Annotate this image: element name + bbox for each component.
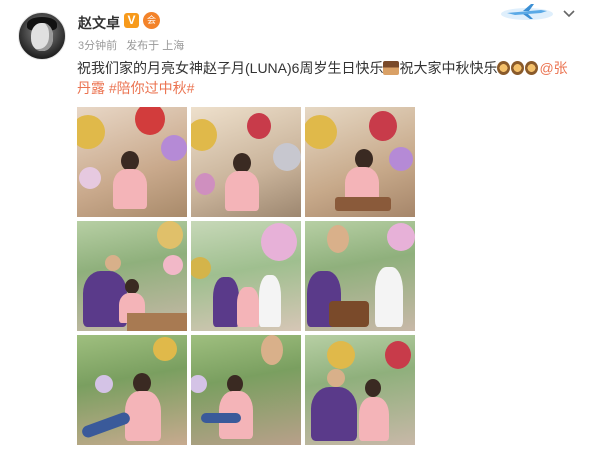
post-image[interactable] [191, 221, 301, 331]
member-badge[interactable]: 会 [143, 12, 160, 29]
mooncake-emoji-icon [525, 61, 539, 75]
mention-link-cont[interactable]: 丹露 [77, 80, 105, 96]
airplane-icon [501, 4, 553, 20]
post-text-part2: 祝大家中秋快乐 [399, 60, 498, 76]
topic-link[interactable]: #陪你过中秋# [109, 80, 195, 96]
mention-link[interactable]: @张 [539, 60, 567, 76]
mooncake-emoji-icon [511, 61, 525, 75]
mooncake-emoji-icon [497, 61, 511, 75]
post-image[interactable] [305, 221, 415, 331]
post-text: 祝我们家的月亮女神赵子月(LUNA)6周岁生日快乐 祝大家中秋快乐 @张 丹露 #陪… [77, 58, 592, 98]
author-name[interactable]: 赵文卓 [78, 13, 120, 33]
post-meta: 3分钟前 发布于 上海 [78, 37, 190, 53]
post-text-part1: 祝我们家的月亮女神赵子月(LUNA)6周岁生日快乐 [77, 60, 384, 76]
post-image[interactable] [77, 335, 187, 445]
post-image[interactable] [191, 335, 301, 445]
post-time[interactable]: 3分钟前 [78, 40, 117, 52]
post-image[interactable] [305, 335, 415, 445]
post-image[interactable] [305, 107, 415, 217]
post-image[interactable] [191, 107, 301, 217]
post-image[interactable] [77, 221, 187, 331]
chevron-down-icon[interactable] [562, 6, 576, 20]
author-avatar[interactable] [18, 12, 66, 60]
post-image[interactable] [77, 107, 187, 217]
cake-emoji-icon [383, 61, 400, 75]
verified-badge: V [124, 13, 139, 28]
post-location: 发布于 上海 [126, 40, 185, 52]
image-grid [77, 107, 416, 447]
